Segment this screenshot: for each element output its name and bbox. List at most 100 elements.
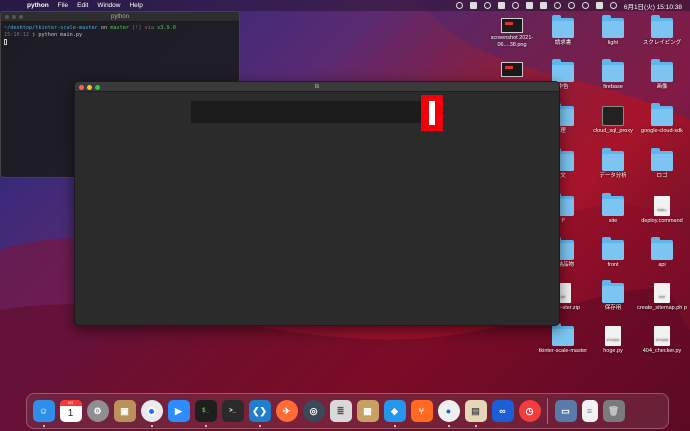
calendar-month: 6月 bbox=[59, 400, 82, 406]
file-icon bbox=[605, 326, 621, 346]
desktop-icon[interactable]: ロゴ bbox=[636, 148, 688, 180]
terminal-prompt: ❯ bbox=[32, 32, 36, 38]
desktop-icon-label: 請求書 bbox=[554, 40, 572, 46]
terminal-dark-icon[interactable]: >_ bbox=[221, 400, 244, 422]
terminal-body[interactable]: ~/desktop/tkinter-scale-master on master… bbox=[1, 22, 239, 50]
terminal-zoom-button[interactable] bbox=[19, 15, 23, 19]
zoom-icon[interactable]: ▶ bbox=[167, 400, 190, 422]
desktop-icon[interactable]: hoge.py bbox=[587, 326, 639, 355]
folder-icon bbox=[602, 148, 624, 171]
terminal-minimize-button[interactable] bbox=[12, 15, 16, 19]
desktop-icon[interactable]: screenshot 2021-06....38.png bbox=[486, 18, 538, 48]
status-search-icon[interactable] bbox=[581, 2, 589, 9]
postman-icon[interactable]: ✈ bbox=[275, 400, 298, 422]
desktop-icon[interactable]: front bbox=[587, 237, 639, 269]
desktop-icon-label: screenshot 2021-06....38.png bbox=[490, 35, 534, 48]
terminal-line-1: ~/desktop/tkinter-scale-master on master… bbox=[4, 25, 236, 32]
desktop-icon[interactable] bbox=[486, 62, 538, 79]
desktop-icon[interactable]: 画像 bbox=[636, 59, 688, 91]
folder-icon bbox=[552, 15, 574, 38]
vscode-icon[interactable]: ❮❯ bbox=[248, 400, 271, 427]
contacts-icon[interactable]: ▣ bbox=[113, 400, 136, 422]
terminal-close-button[interactable] bbox=[5, 15, 9, 19]
menu-file[interactable]: File bbox=[58, 2, 68, 9]
status-display-icon[interactable] bbox=[469, 2, 477, 9]
desktop-icon[interactable]: google-cloud-sdk bbox=[636, 103, 688, 135]
finder-icon[interactable]: ☺ bbox=[32, 400, 55, 427]
terminal-line-3 bbox=[4, 39, 236, 47]
sequel-icon[interactable]: ≣ bbox=[329, 400, 352, 422]
status-control-center-icon[interactable] bbox=[595, 2, 603, 9]
app-menu[interactable]: python bbox=[27, 2, 49, 9]
terminal-path: ~/desktop/tkinter-scale-master bbox=[4, 25, 98, 31]
status-wifi-icon[interactable] bbox=[567, 2, 575, 9]
status-app-icon[interactable] bbox=[455, 2, 463, 9]
status-bluetooth-icon[interactable] bbox=[553, 2, 561, 9]
menu-help[interactable]: Help bbox=[129, 2, 142, 9]
tk-close-button[interactable] bbox=[79, 84, 84, 90]
desktop-icon-label: 404_checker.py bbox=[642, 348, 682, 354]
chrome-running-indicator bbox=[150, 425, 153, 427]
finder-running-indicator bbox=[42, 425, 45, 427]
folder-icon bbox=[651, 103, 673, 126]
webcam-icon[interactable]: ● bbox=[437, 400, 460, 427]
terminal-icon[interactable]: $_ bbox=[194, 400, 217, 427]
terminal-on: on bbox=[100, 25, 108, 31]
desktop-icon[interactable]: 保存用 bbox=[587, 280, 639, 312]
tk-titlebar[interactable]: tk bbox=[75, 82, 559, 92]
folder-icon bbox=[602, 280, 624, 303]
calendar-icon[interactable]: 6月 1 bbox=[59, 400, 82, 422]
status-postman-icon[interactable] bbox=[497, 2, 505, 9]
folder-icon bbox=[651, 15, 673, 38]
scale-trough[interactable] bbox=[191, 101, 421, 123]
sourcetree-icon[interactable]: ⑂ bbox=[410, 400, 433, 422]
desktop-icon[interactable]: site bbox=[587, 193, 639, 225]
desktop-icon[interactable]: tkinter-scale-master bbox=[537, 323, 589, 355]
tk-zoom-button[interactable] bbox=[95, 84, 100, 90]
status-siri-icon[interactable] bbox=[609, 2, 617, 9]
status-input-icon[interactable] bbox=[539, 2, 547, 9]
status-sync-icon[interactable] bbox=[483, 2, 491, 9]
dock-separator bbox=[547, 398, 548, 424]
chrome-icon[interactable] bbox=[140, 400, 163, 427]
docker-icon[interactable]: ◆ bbox=[383, 400, 406, 427]
terminal-command: python main.py bbox=[38, 32, 83, 38]
system-preferences-icon[interactable]: ⚙ bbox=[86, 400, 109, 422]
desktop-icon-label: api bbox=[658, 262, 666, 268]
desktop-icon[interactable]: データ分析 bbox=[587, 148, 639, 180]
desktop-icon[interactable]: 404_checker.py bbox=[636, 326, 688, 355]
menu-edit[interactable]: Edit bbox=[77, 2, 88, 9]
docker-running-indicator bbox=[393, 425, 396, 427]
terminal-version: v3.9.0 bbox=[157, 25, 176, 31]
status-battery-icon[interactable] bbox=[525, 2, 533, 9]
infinity-icon[interactable]: ∞ bbox=[491, 400, 514, 422]
desktop-icon[interactable]: deploy.command bbox=[636, 196, 688, 225]
desktop-icon[interactable]: create_sitemap.ph p bbox=[636, 283, 688, 312]
tk-minimize-button[interactable] bbox=[87, 84, 92, 90]
folder-icon bbox=[602, 193, 624, 216]
desktop-icon[interactable]: 請求書 bbox=[537, 15, 589, 47]
desktop-icon[interactable]: api bbox=[636, 237, 688, 269]
status-cloud-icon[interactable] bbox=[511, 2, 519, 9]
status-area: 6月1日(火) 15:10:38 bbox=[455, 1, 682, 11]
photos-icon[interactable]: ▭ bbox=[554, 400, 577, 422]
terminal-window-controls bbox=[5, 15, 23, 19]
document-icon[interactable]: ≡ bbox=[581, 400, 598, 422]
tk-window[interactable]: tk bbox=[74, 81, 560, 326]
desktop-icon[interactable]: スクレイピング bbox=[636, 15, 688, 47]
scale-slider-handle[interactable] bbox=[421, 95, 443, 131]
terminal-line-2: 15:10:12 ❯ python main.py bbox=[4, 32, 236, 39]
trash-icon[interactable]: 🗑 bbox=[602, 400, 625, 422]
proxyman-icon[interactable]: ◎ bbox=[302, 400, 325, 422]
menu-window[interactable]: Window bbox=[97, 2, 120, 9]
clock-icon[interactable]: ◷ bbox=[518, 400, 541, 422]
desktop-icon[interactable]: cloud_sql_proxy bbox=[587, 106, 639, 135]
desktop-icon-label: site bbox=[608, 218, 618, 224]
desktop-icon[interactable]: light bbox=[587, 15, 639, 47]
desktop-icon[interactable]: firebase bbox=[587, 59, 639, 91]
terminal-titlebar[interactable]: python bbox=[1, 12, 239, 22]
desktop-icon-label: スクレイピング bbox=[642, 40, 682, 46]
menubar-clock[interactable]: 6月1日(火) 15:10:38 bbox=[624, 1, 682, 11]
preview-icon[interactable]: ▤ bbox=[464, 400, 487, 427]
archive-utility-icon[interactable]: ▦ bbox=[356, 400, 379, 422]
